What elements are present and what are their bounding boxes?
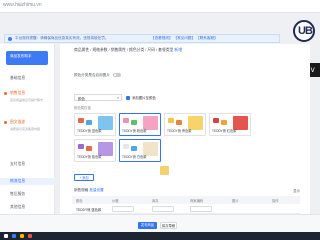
sidebar-item-payment[interactable]: 支付信息 bbox=[10, 162, 25, 167]
top-bar: www.haizhimu.vn bbox=[0, 0, 320, 13]
swatch-icon bbox=[86, 120, 92, 125]
swatch-icon bbox=[176, 120, 182, 125]
main-panel: 商品属性 / 规格参数 / 销售属性 / 颜色分类 / 尺码 / 套餐类型 新增… bbox=[60, 44, 310, 214]
sidebar: 商品发布助手 基础信息 销售信息 完善商品信息可提升曝光 图文描述 请按提示完善… bbox=[0, 44, 55, 234]
notice-banner: 平台规则提醒：请确保商品信息真实有效，违规将被处罚。 【查看规则】 【常见问题】… bbox=[4, 34, 280, 43]
site-url: www.haizhimu.vn bbox=[3, 2, 42, 8]
attribute-tabs[interactable]: 商品属性 / 规格参数 / 销售属性 / 颜色分类 / 尺码 / 套餐类型 新增 bbox=[74, 48, 182, 53]
stock-input[interactable] bbox=[152, 206, 174, 212]
ub-watermark-logo: UB bbox=[293, 20, 315, 42]
image-toggle-label: 颜色分类是否启用图片 bbox=[74, 73, 110, 77]
sidebar-item-sales[interactable]: 销售信息 bbox=[10, 91, 25, 96]
swatch-icon bbox=[86, 146, 92, 151]
sidebar-selection bbox=[0, 178, 55, 185]
color-card[interactable]: TEDDY熊 蓝色款 bbox=[74, 113, 116, 136]
spec-section-title: 销售规格 批量设置 bbox=[74, 188, 104, 192]
price-input[interactable] bbox=[112, 206, 134, 212]
table-row: TEDDY熊 蓝色款 bbox=[72, 205, 300, 214]
start-icon[interactable] bbox=[4, 234, 8, 238]
info-icon bbox=[8, 37, 12, 41]
sidebar-note: 请按提示完善各项内容 bbox=[10, 127, 41, 131]
display-toggle[interactable]: 显示 bbox=[293, 188, 300, 193]
image-checkbox[interactable]: 添加图片至颜色 bbox=[126, 95, 156, 101]
color-card[interactable]: TEDDY熊 紫色款 bbox=[74, 139, 116, 162]
color-card[interactable]: TEDDY熊 黄色款 bbox=[164, 113, 206, 136]
attribute-select[interactable]: 颜色 ▾ bbox=[74, 94, 122, 101]
action-bar: 发布商品 保存草稿 bbox=[0, 214, 320, 232]
swatch-icon bbox=[131, 146, 137, 151]
folder-icon[interactable] bbox=[20, 234, 24, 238]
swatch-icon bbox=[123, 118, 129, 123]
sidebar-item-basic[interactable]: 基础信息 bbox=[10, 76, 25, 81]
row-thumbnail[interactable] bbox=[160, 166, 169, 175]
color-values-label: 颜色属性值 bbox=[74, 106, 91, 110]
image-toggle[interactable] bbox=[113, 73, 121, 77]
batch-set-link[interactable]: 批量设置 bbox=[89, 188, 103, 192]
swatch-icon bbox=[78, 118, 84, 123]
swatch-icon bbox=[78, 144, 84, 149]
screen: www.haizhimu.vn UB rainv 平台规则提醒：请确保商品信息真… bbox=[0, 0, 320, 240]
notice-links[interactable]: 【查看规则】 【常见问题】 【联系客服】 bbox=[151, 36, 218, 41]
sidebar-item-description[interactable]: 图文描述 bbox=[10, 120, 25, 125]
spec-table-header: 颜色 价格 库存 商家编码 图片 操作 bbox=[72, 196, 300, 204]
os-taskbar bbox=[0, 232, 320, 240]
sidebar-item-logistics[interactable]: 物流信息 bbox=[10, 179, 25, 184]
checkbox-icon[interactable] bbox=[126, 96, 130, 101]
swatch-icon bbox=[131, 120, 137, 125]
swatch-icon bbox=[213, 118, 219, 123]
color-card[interactable]: TEDDY熊 白色款 bbox=[119, 139, 161, 162]
notice-text: 平台规则提醒：请确保商品信息真实有效，违规将被处罚。 bbox=[15, 36, 109, 40]
add-color-button[interactable]: + 添加 bbox=[74, 174, 94, 181]
chevron-down-icon: ▾ bbox=[117, 96, 119, 100]
category-dot-icon bbox=[4, 92, 7, 95]
sidebar-item-aftersales[interactable]: 售后服务 bbox=[10, 192, 25, 197]
save-draft-button[interactable]: 保存草稿 bbox=[160, 222, 177, 229]
category-dot-icon bbox=[4, 121, 7, 124]
shop-card[interactable]: 商品发布助手 bbox=[6, 51, 48, 65]
swatch-icon bbox=[221, 120, 227, 125]
publish-button[interactable]: 发布商品 bbox=[138, 222, 157, 229]
sidebar-item-other[interactable]: 其他信息 bbox=[10, 205, 25, 210]
browser-icon[interactable] bbox=[12, 234, 16, 238]
color-card[interactable]: TEDDY熊 红色款 bbox=[209, 113, 251, 136]
app-icon[interactable] bbox=[28, 234, 32, 238]
swatch-icon bbox=[123, 144, 129, 149]
sidebar-note: 完善商品信息可提升曝光 bbox=[10, 98, 44, 102]
sku-input[interactable] bbox=[190, 206, 212, 212]
color-card[interactable]: TEDDY熊 粉色款 bbox=[119, 113, 161, 136]
swatch-icon bbox=[168, 118, 174, 123]
